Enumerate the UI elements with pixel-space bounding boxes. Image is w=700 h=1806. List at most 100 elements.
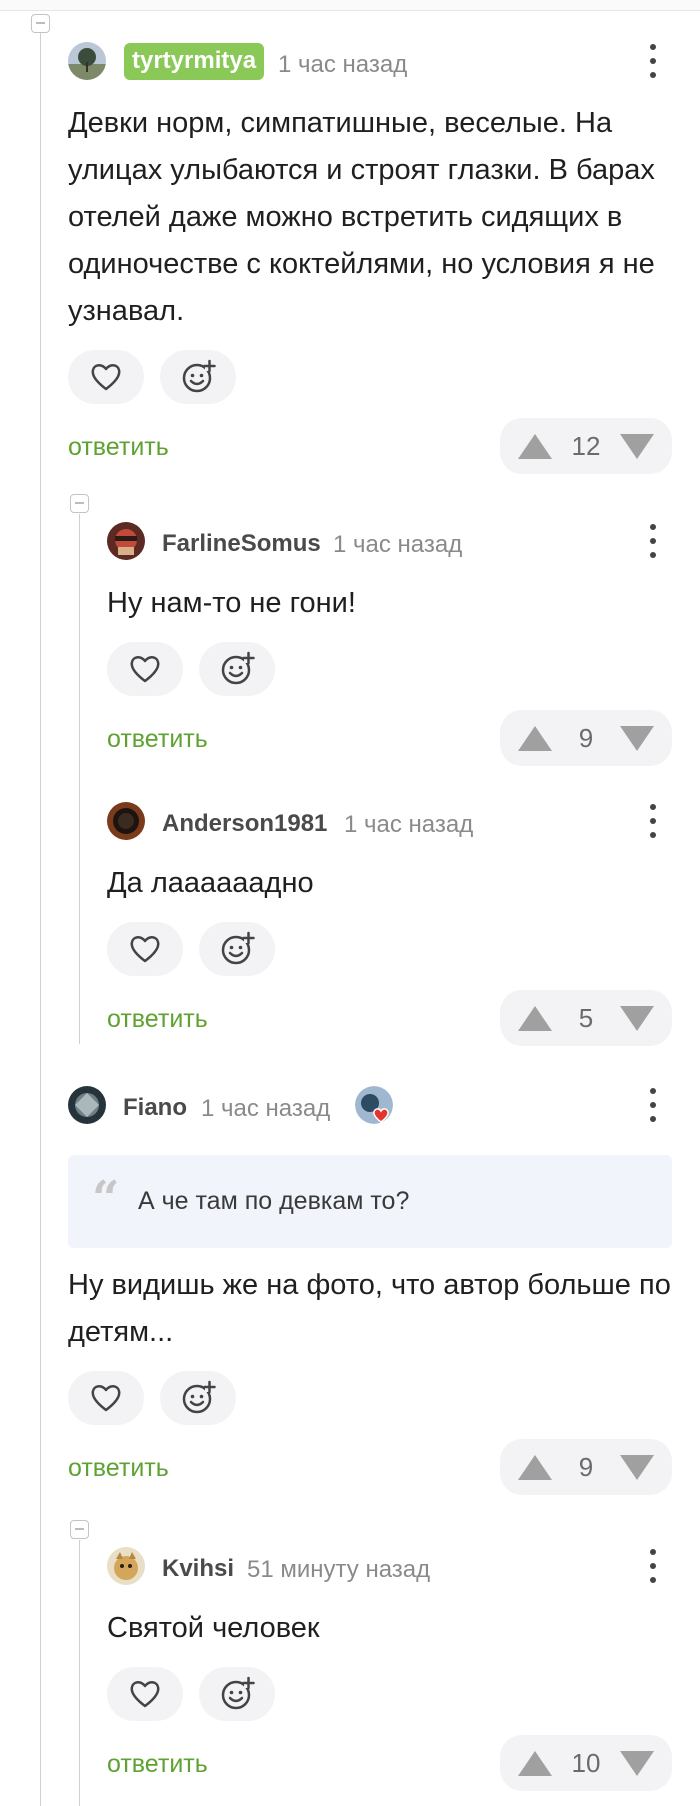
vote-count: 10: [571, 1747, 601, 1778]
username[interactable]: Fiano: [123, 1094, 187, 1122]
reaction-row: [107, 922, 672, 976]
timestamp[interactable]: 1 час назад: [333, 531, 462, 559]
reply-link[interactable]: ответить: [107, 1750, 208, 1779]
reply-link[interactable]: ответить: [68, 433, 169, 462]
comment: FarlineSomus 1 час назад Ну нам-то не го…: [107, 520, 672, 766]
add-reaction-button[interactable]: [199, 642, 275, 696]
vote-control: 12: [500, 418, 672, 474]
comment-header: Fiano 1 час назад: [68, 1084, 672, 1124]
heart-icon: [91, 1385, 121, 1412]
collapse-thread-icon[interactable]: [70, 494, 89, 513]
arrow-up-icon[interactable]: [518, 1005, 552, 1031]
reaction-row: [68, 1371, 672, 1425]
quoted-comment[interactable]: “ А че там по девкам то?: [68, 1155, 672, 1248]
vote-count: 5: [578, 1002, 594, 1033]
reaction-row: [68, 350, 672, 404]
like-button[interactable]: [68, 1371, 144, 1425]
heart-icon: [130, 656, 160, 683]
heart-icon: [130, 1681, 160, 1708]
add-emoji-icon: [221, 1676, 255, 1710]
reply-link[interactable]: ответить: [107, 1005, 208, 1034]
more-vertical-icon[interactable]: [648, 524, 658, 558]
top-edge: [0, 0, 700, 11]
more-vertical-icon[interactable]: [648, 1549, 658, 1583]
arrow-down-icon[interactable]: [620, 725, 654, 751]
quote-icon: “: [92, 1171, 120, 1227]
timestamp[interactable]: 1 час назад: [344, 811, 473, 839]
vote-count: 12: [571, 430, 601, 461]
more-vertical-icon[interactable]: [648, 1088, 658, 1122]
like-button[interactable]: [107, 1667, 183, 1721]
avatar[interactable]: [107, 522, 145, 560]
award-heart-icon[interactable]: [355, 1086, 393, 1124]
comment: Fiano 1 час назад: [68, 1084, 672, 1124]
vote-control: 9: [500, 710, 672, 766]
arrow-down-icon[interactable]: [620, 1005, 654, 1031]
timestamp[interactable]: 51 минуту назад: [247, 1556, 430, 1584]
vote-control: 9: [500, 1439, 672, 1495]
arrow-up-icon[interactable]: [518, 433, 552, 459]
reply-link[interactable]: ответить: [107, 725, 208, 754]
reaction-row: [107, 642, 672, 696]
arrow-up-icon[interactable]: [518, 1454, 552, 1480]
arrow-down-icon[interactable]: [620, 1454, 654, 1480]
more-vertical-icon[interactable]: [648, 804, 658, 838]
more-vertical-icon[interactable]: [648, 44, 658, 78]
comment: Anderson1981 1 час назад Да лаааааадно о…: [107, 800, 672, 1046]
vote-control: 10: [500, 1735, 672, 1791]
like-button[interactable]: [68, 350, 144, 404]
comment: tyrtyrmitya 1 час назад Девки норм, симп…: [68, 40, 672, 474]
comment-header: Kvihsi 51 минуту назад: [107, 1545, 672, 1585]
arrow-up-icon[interactable]: [518, 1750, 552, 1776]
add-reaction-button[interactable]: [199, 922, 275, 976]
heart-icon: [130, 936, 160, 963]
comment-footer: ответить 5: [107, 990, 672, 1046]
vote-count: 9: [578, 722, 594, 753]
username[interactable]: Kvihsi: [162, 1555, 234, 1583]
comment-header: tyrtyrmitya 1 час назад: [68, 40, 672, 80]
vote-control: 5: [500, 990, 672, 1046]
timestamp[interactable]: 1 час назад: [278, 51, 407, 79]
reply-link[interactable]: ответить: [68, 1454, 169, 1483]
username[interactable]: Anderson1981: [162, 810, 327, 838]
heart-icon: [91, 364, 121, 391]
comment-header: FarlineSomus 1 час назад: [107, 520, 672, 560]
comment-footer: ответить 9: [107, 710, 672, 766]
username[interactable]: FarlineSomus: [162, 530, 321, 558]
add-emoji-icon: [182, 1380, 216, 1414]
reaction-row: [107, 1667, 672, 1721]
arrow-down-icon[interactable]: [620, 433, 654, 459]
add-emoji-icon: [221, 931, 255, 965]
avatar[interactable]: [68, 42, 106, 80]
like-button[interactable]: [107, 642, 183, 696]
add-reaction-button[interactable]: [199, 1667, 275, 1721]
comment-footer: ответить 9: [68, 1439, 672, 1495]
thread-line-reply-1: [79, 514, 80, 1044]
comment-text: Ну нам-то не гони!: [107, 587, 356, 619]
comment-footer: ответить 12: [68, 418, 672, 474]
collapse-thread-icon[interactable]: [31, 14, 50, 33]
vote-count: 9: [578, 1451, 594, 1482]
thread-line-main: [40, 30, 41, 1806]
add-emoji-icon: [182, 359, 216, 393]
quote-text: А че там по девкам то?: [138, 1187, 410, 1215]
comment-text: Да лаааааадно: [107, 867, 314, 899]
add-reaction-button[interactable]: [160, 350, 236, 404]
like-button[interactable]: [107, 922, 183, 976]
avatar[interactable]: [68, 1086, 106, 1124]
add-emoji-icon: [221, 651, 255, 685]
avatar[interactable]: [107, 802, 145, 840]
comment-body: Ну видишь же на фото, что автор больше п…: [68, 1262, 672, 1495]
add-reaction-button[interactable]: [160, 1371, 236, 1425]
collapse-thread-icon[interactable]: [70, 1520, 89, 1539]
comment-header: Anderson1981 1 час назад: [107, 800, 672, 840]
avatar[interactable]: [107, 1547, 145, 1585]
thread-line-reply-2: [79, 1540, 80, 1806]
username[interactable]: tyrtyrmitya: [124, 43, 265, 80]
comment-text: Ну видишь же на фото, что автор больше п…: [68, 1269, 671, 1348]
timestamp[interactable]: 1 час назад: [201, 1095, 330, 1123]
arrow-down-icon[interactable]: [620, 1750, 654, 1776]
comment-footer: ответить 10: [107, 1735, 672, 1791]
arrow-up-icon[interactable]: [518, 725, 552, 751]
comment-text: Святой человек: [107, 1612, 320, 1644]
